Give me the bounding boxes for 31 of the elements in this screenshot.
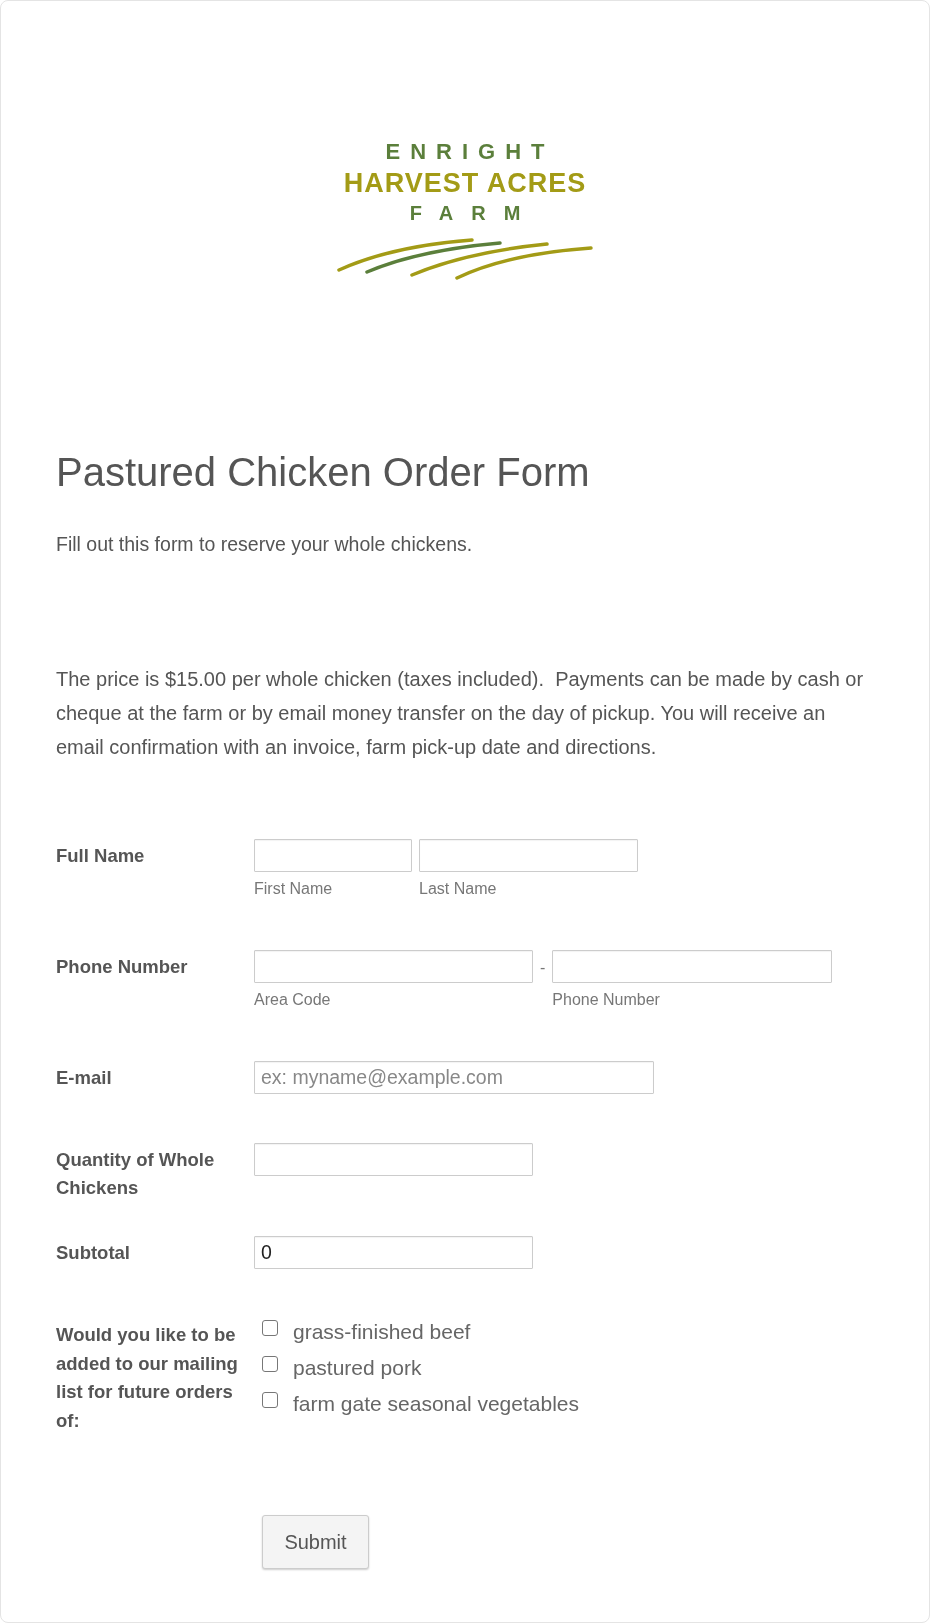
checkbox[interactable] — [262, 1356, 278, 1372]
field-label: E-mail — [56, 1066, 113, 1090]
field-label: Would you like to be added to our mailing list for future orders of: — [56, 1323, 239, 1433]
form-subtitle: Fill out this form to reserve your whole chickens. — [56, 532, 474, 557]
input-field[interactable] — [254, 950, 533, 983]
field-sublabel: Area Code — [254, 990, 332, 1010]
option-label: grass-finished beef — [293, 1319, 471, 1345]
field-label: Subtotal — [56, 1241, 131, 1265]
logo-text: FARM — [408, 201, 539, 225]
input-field[interactable] — [552, 950, 833, 983]
logo-text: ENRIGHT — [384, 139, 555, 165]
option-label: farm gate seasonal vegetables — [293, 1391, 579, 1417]
field-sublabel: First Name — [254, 879, 334, 899]
checkbox[interactable] — [262, 1392, 278, 1408]
input-field[interactable] — [419, 839, 638, 872]
field-sublabel: Last Name — [419, 879, 498, 899]
submit-button[interactable]: Submit — [262, 1515, 369, 1569]
phone-dash: - — [540, 959, 546, 977]
input-field[interactable] — [254, 839, 412, 872]
option-label: pastured pork — [293, 1355, 422, 1381]
form-title: Pastured Chicken Order Form — [56, 449, 591, 496]
input-field[interactable]: ex: myname@example.com — [254, 1061, 654, 1094]
field-label: Quantity of Whole Chickens — [56, 1148, 216, 1200]
logo-text: HARVEST ACRES — [343, 168, 587, 198]
field-sublabel: Phone Number — [552, 990, 661, 1010]
field-label: Phone Number — [56, 955, 189, 979]
checkbox[interactable] — [262, 1320, 278, 1336]
input-field[interactable] — [254, 1143, 533, 1176]
price-description: The price is $15.00 per whole chicken (taxes included). Payments can be made by cash or cheque at the farm or by email money transfer on the day of pickup. You will receive an email confirmation with an invoice, farm pick-up date and directions. — [56, 667, 865, 760]
field-label: Full Name — [56, 844, 146, 868]
input-field[interactable]: 0 — [254, 1236, 533, 1269]
